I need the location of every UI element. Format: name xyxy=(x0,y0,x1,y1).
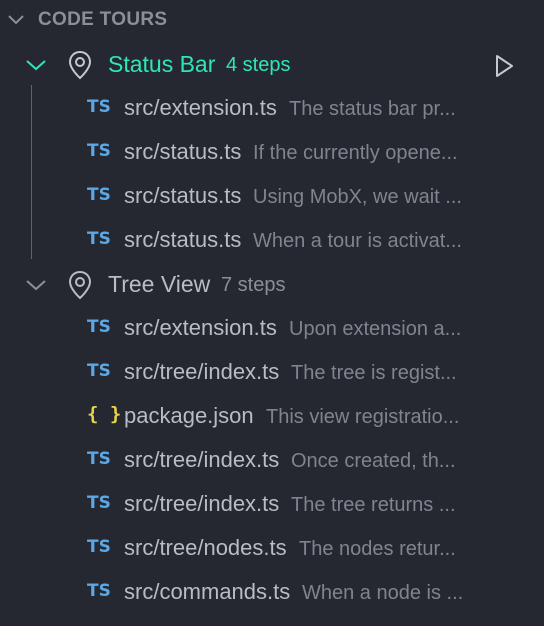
step-file: src/tree/index.ts xyxy=(124,491,280,516)
chevron-down-icon[interactable] xyxy=(24,275,48,295)
step-description: The status bar pr... xyxy=(289,98,456,120)
section-title: CODE TOURS xyxy=(38,9,168,30)
tour-step[interactable]: TS src/extension.ts The status bar pr... xyxy=(0,87,544,131)
step-description: Once created, th... xyxy=(291,450,456,472)
map-pin-icon xyxy=(68,270,92,300)
step-file: src/tree/nodes.ts xyxy=(124,535,287,560)
step-file: package.json xyxy=(124,403,254,428)
step-file: src/status.ts xyxy=(124,183,242,208)
step-description: When a node is ... xyxy=(302,582,464,604)
tour-step-count: 7 steps xyxy=(221,274,286,296)
typescript-file-icon: TS xyxy=(87,229,111,249)
typescript-file-icon: TS xyxy=(87,581,111,601)
tour-step[interactable]: TS src/tree/index.ts The tree returns ... xyxy=(0,483,544,527)
step-file: src/tree/index.ts xyxy=(124,359,280,384)
tour-step[interactable]: TS src/status.ts When a tour is activat... xyxy=(0,219,544,263)
step-file: src/tree/index.ts xyxy=(124,447,280,472)
typescript-file-icon: TS xyxy=(87,449,111,469)
typescript-file-icon: TS xyxy=(87,97,111,117)
step-description: If the currently opene... xyxy=(253,142,458,164)
step-description: The tree is regist... xyxy=(291,362,457,384)
step-file: src/commands.ts xyxy=(124,579,291,604)
tour-step[interactable]: TS src/tree/index.ts The tree is regist... xyxy=(0,351,544,395)
step-description: This view registratio... xyxy=(266,406,460,428)
step-file: src/extension.ts xyxy=(124,95,277,120)
chevron-down-icon[interactable] xyxy=(24,55,48,75)
tour-item[interactable]: Tree View 7 steps xyxy=(0,263,544,307)
json-file-icon: { } xyxy=(87,403,122,425)
tour-step[interactable]: TS src/tree/nodes.ts The nodes retur... xyxy=(0,527,544,571)
indent-guide xyxy=(31,85,32,259)
typescript-file-icon: TS xyxy=(87,141,111,161)
step-description: When a tour is activat... xyxy=(253,230,462,252)
tour-step[interactable]: { } package.json This view registratio... xyxy=(0,395,544,439)
step-description: Upon extension a... xyxy=(289,318,462,340)
tour-step[interactable]: TS src/commands.ts When a node is ... xyxy=(0,571,544,615)
tour-name: Status Bar xyxy=(108,51,216,77)
step-description: Using MobX, we wait ... xyxy=(253,186,462,208)
typescript-file-icon: TS xyxy=(87,493,111,513)
tour-step[interactable]: TS src/extension.ts Upon extension a... xyxy=(0,307,544,351)
typescript-file-icon: TS xyxy=(87,317,111,337)
typescript-file-icon: TS xyxy=(87,361,111,381)
step-description: The nodes retur... xyxy=(299,538,456,560)
tour-step-count: 4 steps xyxy=(226,54,291,76)
step-file: src/status.ts xyxy=(124,227,242,252)
code-tours-panel: CODE TOURS Status Bar 4 steps TS src/extens… xyxy=(0,0,544,626)
typescript-file-icon: TS xyxy=(87,185,111,205)
map-pin-icon xyxy=(68,50,92,80)
tour-step[interactable]: TS src/tree/index.ts Once created, th... xyxy=(0,439,544,483)
tour-step[interactable]: TS src/status.ts If the currently opene... xyxy=(0,131,544,175)
step-file: src/status.ts xyxy=(124,139,242,164)
step-file: src/extension.ts xyxy=(124,315,277,340)
tour-step[interactable]: TS src/status.ts Using MobX, we wait ... xyxy=(0,175,544,219)
tour-name: Tree View xyxy=(108,271,211,297)
step-description: The tree returns ... xyxy=(291,494,456,516)
tour-item[interactable]: Status Bar 4 steps xyxy=(0,43,544,87)
section-header[interactable]: CODE TOURS xyxy=(0,0,544,40)
play-icon[interactable] xyxy=(492,53,516,79)
chevron-down-icon[interactable] xyxy=(6,10,26,30)
typescript-file-icon: TS xyxy=(87,537,111,557)
